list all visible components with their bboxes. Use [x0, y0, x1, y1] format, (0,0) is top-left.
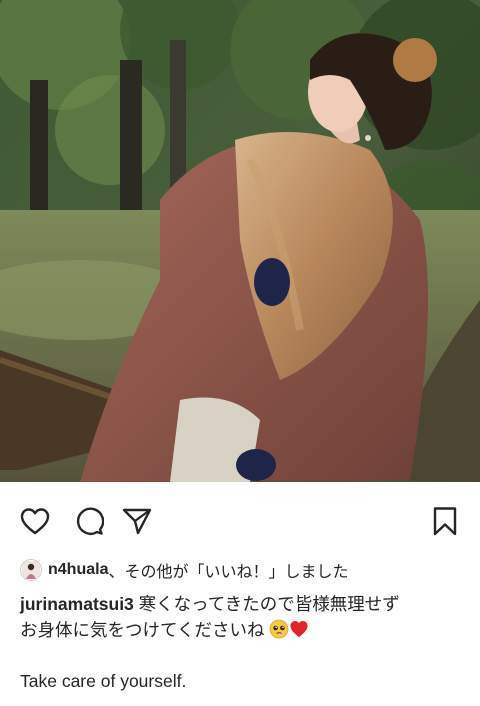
- red-heart-emoji: [289, 619, 309, 646]
- likes-summary: n4huala 、その他が「いいね！」しました: [20, 557, 348, 583]
- post-photo-illustration: [0, 0, 480, 482]
- save-button[interactable]: [428, 504, 462, 538]
- caption-text-english: Take care of yourself.: [20, 671, 187, 691]
- comment-bubble-icon: [76, 507, 104, 535]
- post-photo[interactable]: [0, 0, 480, 482]
- avatar[interactable]: [20, 559, 42, 581]
- user-avatar-icon: [22, 561, 40, 579]
- post-caption: jurinamatsui3 寒くなってきたので皆様無理せず お身体に気をつけてく…: [20, 591, 470, 694]
- pleading-face-emoji: [269, 619, 289, 646]
- heart-outline-icon: [20, 508, 50, 535]
- caption-text-line1: 寒くなってきたので皆様無理せず: [133, 594, 400, 614]
- like-button[interactable]: [18, 504, 52, 538]
- post-action-bar: [0, 496, 480, 546]
- share-button[interactable]: [120, 504, 154, 538]
- bookmark-icon: [433, 507, 457, 536]
- caption-username[interactable]: jurinamatsui3: [20, 594, 134, 614]
- paper-plane-icon: [122, 508, 152, 535]
- likes-suffix: 、その他が「いいね！」しました: [108, 564, 349, 581]
- caption-text-line2: お身体に気をつけてくださいね: [20, 620, 265, 640]
- likes-username[interactable]: n4huala: [48, 561, 108, 579]
- comment-button[interactable]: [72, 504, 106, 538]
